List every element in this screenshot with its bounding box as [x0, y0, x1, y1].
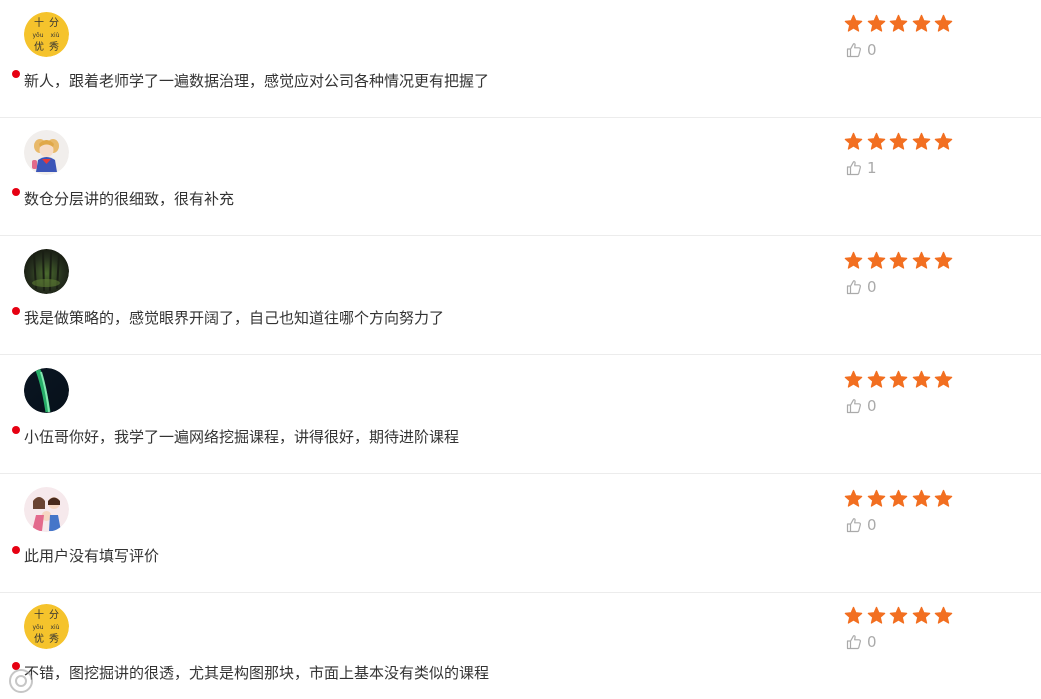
like-button[interactable]: 0: [846, 397, 877, 415]
review-item: 0 我是做策略的，感觉眼界开阔了，自己也知道往哪个方向努力了: [0, 237, 1041, 355]
bullet-dot: [12, 188, 20, 196]
avatar-char: 优: [34, 40, 44, 53]
thumbs-up-icon: [846, 280, 861, 295]
avatar-char: 秀: [49, 41, 59, 53]
star-rating: [844, 606, 953, 626]
avatar[interactable]: [24, 487, 69, 532]
thumbs-up-icon: [846, 161, 861, 176]
star-icon: [912, 132, 930, 150]
review-comment: 新人，跟着老师学了一遍数据治理，感觉应对公司各种情况更有把握了: [24, 72, 490, 90]
avatar-char: 优: [34, 632, 44, 645]
star-icon: [889, 251, 908, 269]
review-item: 0 此用户没有填写评价: [0, 475, 1041, 593]
review-item: 十 分 yōu xiù 优 秀 0 新人，跟着老师学了一遍数据治理，感觉应对公司…: [0, 0, 1041, 118]
like-button[interactable]: 0: [846, 278, 877, 296]
dark-forest-avatar: [24, 249, 69, 294]
watermark-logo: [8, 666, 34, 696]
star-icon: [912, 251, 930, 269]
avatar-pinyin: xiù: [50, 624, 59, 631]
star-icon: [934, 370, 953, 388]
like-count: 0: [867, 633, 877, 651]
thumbs-up-icon: [846, 635, 861, 650]
star-icon: [844, 251, 863, 269]
like-count: 1: [867, 159, 877, 177]
star-icon: [844, 132, 863, 150]
cartoon-family-avatar: [24, 487, 69, 532]
like-button[interactable]: 0: [846, 41, 877, 59]
star-icon: [867, 370, 885, 388]
star-icon: [912, 606, 930, 624]
avatar-char: 分: [49, 609, 59, 621]
youxiu-badge-avatar: 十 分 yōu xiù 优 秀: [24, 12, 69, 57]
star-rating: [844, 370, 953, 390]
avatar[interactable]: [24, 249, 69, 294]
star-rating: [844, 489, 953, 509]
like-button[interactable]: 0: [846, 516, 877, 534]
bullet-dot: [12, 426, 20, 434]
star-icon: [889, 370, 908, 388]
avatar[interactable]: 十 分 yōu xiù 优 秀: [24, 604, 69, 649]
youxiu-badge-avatar: 十 分 yōu xiù 优 秀: [24, 604, 69, 649]
thumbs-up-icon: [846, 43, 861, 58]
star-icon: [934, 606, 953, 624]
like-count: 0: [867, 397, 877, 415]
review-comment: 此用户没有填写评价: [24, 547, 160, 565]
avatar[interactable]: [24, 130, 69, 175]
star-icon: [844, 489, 863, 507]
bullet-dot: [12, 307, 20, 315]
like-button[interactable]: 0: [846, 633, 877, 651]
star-icon: [844, 14, 863, 32]
avatar-char: 十: [34, 608, 44, 621]
star-icon: [844, 370, 863, 388]
like-button[interactable]: 1: [846, 159, 877, 177]
star-icon: [889, 132, 908, 150]
star-icon: [867, 489, 885, 507]
star-icon: [844, 606, 863, 624]
star-icon: [889, 606, 908, 624]
like-count: 0: [867, 516, 877, 534]
star-icon: [889, 14, 908, 32]
review-comment: 数仓分层讲的很细致，很有补充: [24, 190, 235, 208]
star-icon: [912, 14, 930, 32]
review-comment: 小伍哥你好，我学了一遍网络挖掘课程，讲得很好，期待进阶课程: [24, 428, 460, 446]
review-item: 0 小伍哥你好，我学了一遍网络挖掘课程，讲得很好，期待进阶课程: [0, 356, 1041, 474]
star-icon: [867, 14, 885, 32]
thumbs-up-icon: [846, 518, 861, 533]
avatar-pinyin: xiù: [50, 32, 59, 39]
star-rating: [844, 14, 953, 34]
avatar[interactable]: [24, 368, 69, 413]
star-icon: [867, 251, 885, 269]
star-icon: [867, 132, 885, 150]
star-icon: [912, 370, 930, 388]
thumbs-up-icon: [846, 399, 861, 414]
review-list: 十 分 yōu xiù 优 秀 0 新人，跟着老师学了一遍数据治理，感觉应对公司…: [0, 0, 1041, 699]
avatar-pinyin: yōu: [32, 624, 43, 631]
star-icon: [889, 489, 908, 507]
review-item: 1 数仓分层讲的很细致，很有补充: [0, 118, 1041, 236]
like-count: 0: [867, 41, 877, 59]
star-icon: [934, 14, 953, 32]
bullet-dot: [12, 70, 20, 78]
star-icon: [867, 606, 885, 624]
avatar-char: 分: [49, 17, 59, 29]
avatar[interactable]: 十 分 yōu xiù 优 秀: [24, 12, 69, 57]
review-comment: 我是做策略的，感觉眼界开阔了，自己也知道往哪个方向努力了: [24, 309, 445, 327]
aurora-avatar: [24, 368, 69, 413]
star-icon: [934, 251, 953, 269]
avatar-pinyin: yōu: [32, 32, 43, 39]
star-icon: [912, 489, 930, 507]
review-item: 十 分 yōu xiù 优 秀 0 不错，图挖掘讲的很透，尤其是构图那块，市面上…: [0, 592, 1041, 699]
avatar-char: 十: [34, 16, 44, 29]
watermark-icon: [9, 669, 33, 693]
star-icon: [934, 132, 953, 150]
star-icon: [934, 489, 953, 507]
star-rating: [844, 251, 953, 271]
bullet-dot: [12, 546, 20, 554]
review-comment: 不错，图挖掘讲的很透，尤其是构图那块，市面上基本没有类似的课程: [24, 664, 490, 682]
avatar-char: 秀: [49, 633, 59, 645]
anime-girl-avatar: [24, 130, 69, 175]
like-count: 0: [867, 278, 877, 296]
star-rating: [844, 132, 953, 152]
